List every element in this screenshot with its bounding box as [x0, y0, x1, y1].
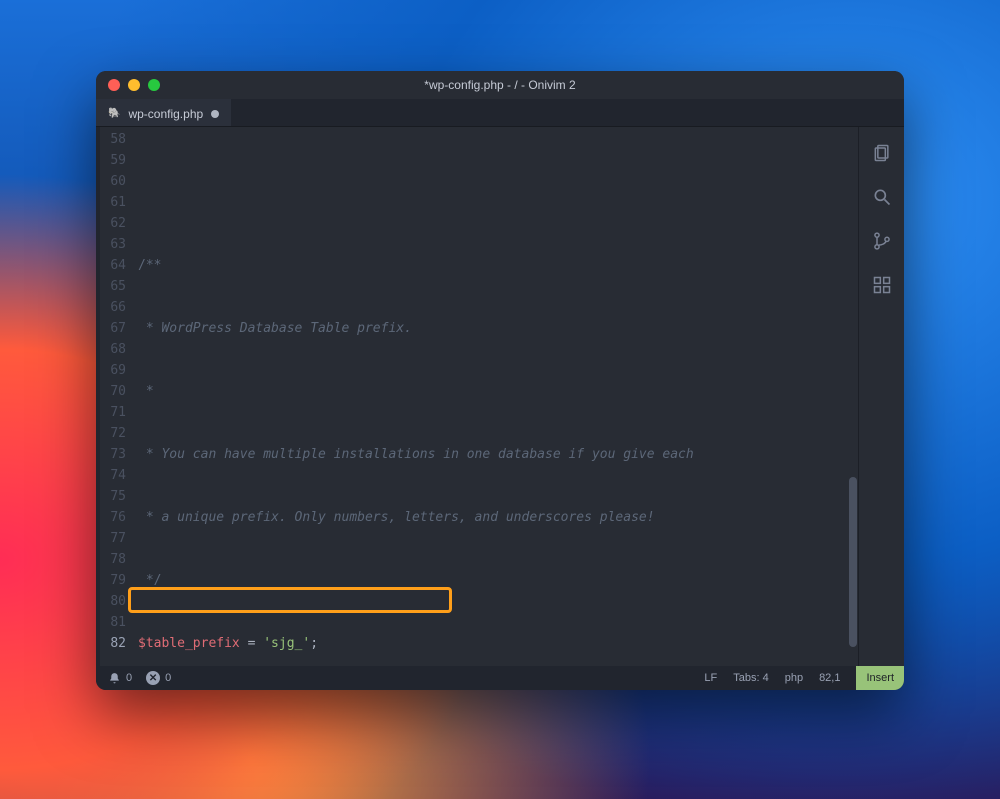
line-number: 77 — [100, 528, 126, 549]
files-icon[interactable] — [870, 141, 894, 165]
window-title: *wp-config.php - / - Onivim 2 — [96, 78, 904, 92]
status-right: LF Tabs: 4 php 82,1 Insert — [704, 666, 904, 690]
error-count: 0 — [165, 672, 171, 684]
line-number: 66 — [100, 297, 126, 318]
cursor-position-status[interactable]: 82,1 — [819, 672, 840, 684]
line-number: 74 — [100, 465, 126, 486]
line-number: 72 — [100, 423, 126, 444]
code-line: * WordPress Database Table prefix. — [138, 318, 848, 339]
code-editor[interactable]: 58 59 60 61 62 63 64 65 66 67 68 69 70 7… — [100, 127, 858, 666]
line-number: 82 — [100, 633, 126, 654]
search-icon[interactable] — [870, 185, 894, 209]
line-number-gutter: 58 59 60 61 62 63 64 65 66 67 68 69 70 7… — [100, 127, 132, 666]
line-number: 81 — [100, 612, 126, 633]
activity-bar — [858, 127, 904, 666]
code-line: * You can have multiple installations in… — [138, 444, 848, 465]
editor-window: *wp-config.php - / - Onivim 2 🐘 wp-confi… — [96, 71, 904, 690]
close-button[interactable] — [108, 79, 120, 91]
scroll-thumb[interactable] — [849, 477, 857, 647]
window-titlebar[interactable]: *wp-config.php - / - Onivim 2 — [96, 71, 904, 99]
language-status[interactable]: php — [785, 672, 803, 684]
line-number: 69 — [100, 360, 126, 381]
line-number: 68 — [100, 339, 126, 360]
minimize-button[interactable] — [128, 79, 140, 91]
source-control-icon[interactable] — [870, 229, 894, 253]
line-number: 61 — [100, 192, 126, 213]
notifications-status[interactable]: 0 — [108, 672, 132, 685]
code-line: * a unique prefix. Only numbers, letters… — [138, 507, 848, 528]
line-number: 80 — [100, 591, 126, 612]
code-line — [138, 192, 848, 213]
mode-indicator[interactable]: Insert — [856, 666, 904, 690]
line-number: 67 — [100, 318, 126, 339]
tab-label: wp-config.php — [128, 107, 203, 121]
code-line: $table_prefix = 'sjg_'; — [138, 633, 848, 654]
line-number: 65 — [100, 276, 126, 297]
bell-icon — [108, 672, 121, 685]
line-number: 79 — [100, 570, 126, 591]
tab-wp-config[interactable]: 🐘 wp-config.php — [96, 99, 231, 126]
tab-size-status[interactable]: Tabs: 4 — [733, 672, 768, 684]
code-area[interactable]: /** * WordPress Database Table prefix. *… — [132, 127, 848, 666]
line-number: 73 — [100, 444, 126, 465]
notification-count: 0 — [126, 672, 132, 684]
line-number: 58 — [100, 129, 126, 150]
dirty-indicator-icon — [211, 110, 219, 118]
line-number: 71 — [100, 402, 126, 423]
errors-status[interactable]: ✕ 0 — [146, 671, 171, 685]
line-number: 63 — [100, 234, 126, 255]
vertical-scrollbar[interactable] — [848, 127, 858, 666]
traffic-lights — [108, 79, 160, 91]
maximize-button[interactable] — [148, 79, 160, 91]
line-number: 76 — [100, 507, 126, 528]
tab-bar: 🐘 wp-config.php — [96, 99, 904, 127]
line-number: 60 — [100, 171, 126, 192]
code-line: * — [138, 381, 848, 402]
line-ending-status[interactable]: LF — [704, 672, 717, 684]
code-line: */ — [138, 570, 848, 591]
status-left: 0 ✕ 0 — [96, 671, 171, 685]
line-number: 70 — [100, 381, 126, 402]
line-number: 75 — [100, 486, 126, 507]
status-bar: 0 ✕ 0 LF Tabs: 4 php 82,1 Insert — [96, 666, 904, 690]
code-line: /** — [138, 255, 848, 276]
error-icon: ✕ — [146, 671, 160, 685]
line-number: 62 — [100, 213, 126, 234]
line-number: 59 — [100, 150, 126, 171]
editor-main: 58 59 60 61 62 63 64 65 66 67 68 69 70 7… — [96, 127, 904, 666]
line-number: 64 — [100, 255, 126, 276]
line-number: 78 — [100, 549, 126, 570]
php-file-icon: 🐘 — [108, 108, 120, 119]
extensions-icon[interactable] — [870, 273, 894, 297]
highlight-annotation — [128, 587, 452, 613]
